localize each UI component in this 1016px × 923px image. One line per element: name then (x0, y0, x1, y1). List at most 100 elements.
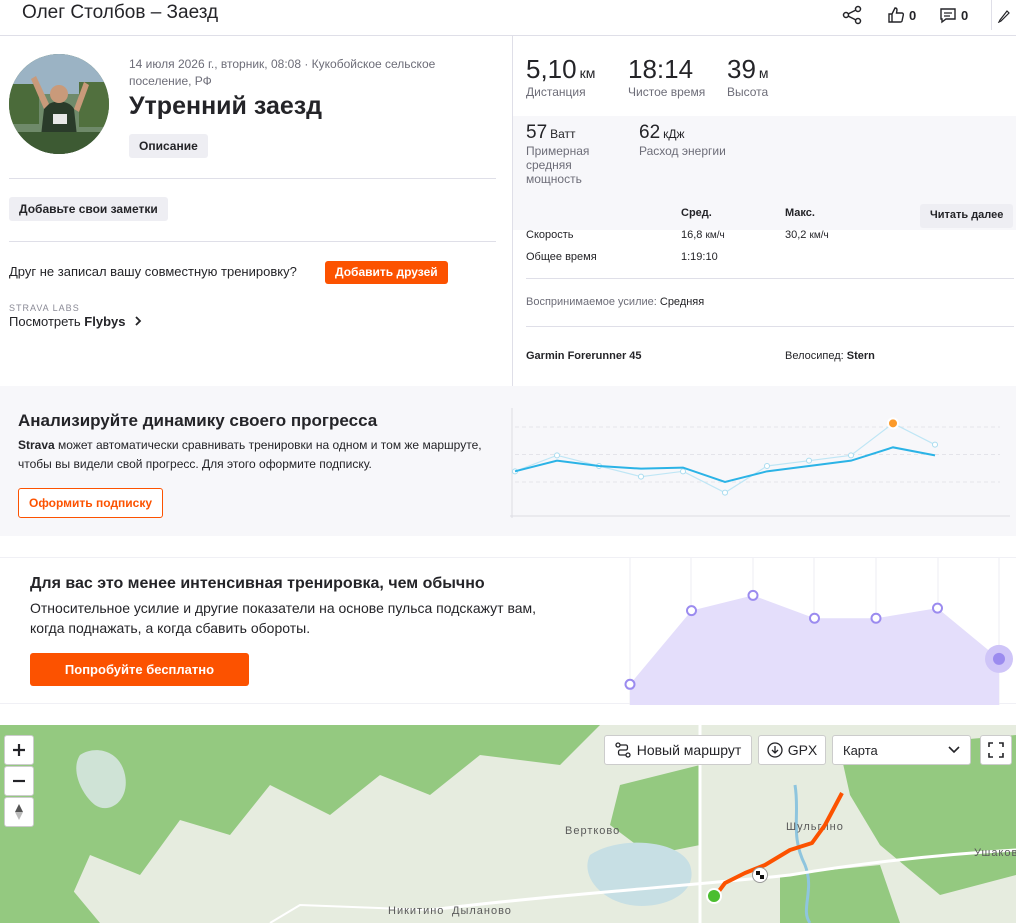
chevron-down-icon (948, 746, 960, 754)
divider (9, 241, 496, 242)
kudos-count: 0 (909, 7, 917, 23)
flybys-link[interactable]: Посмотреть Flybys (9, 314, 143, 329)
speed-max-value: 30,2 (785, 229, 807, 241)
comment-icon (940, 8, 956, 24)
description-button[interactable]: Описание (129, 134, 208, 158)
ghost-series-point (932, 441, 938, 448)
energy-unit: кДж (663, 127, 685, 141)
bike-info: Велосипед: Stern (785, 350, 875, 362)
activity-summary: 14 июля 2026 г., вторник, 08:08 · Кукобо… (0, 36, 512, 386)
compass-button[interactable] (4, 797, 34, 827)
flybys-prefix: Посмотреть (9, 314, 85, 329)
ghost-series-point (680, 468, 686, 475)
effort-label: Воспринимаемое усилие: (526, 296, 657, 308)
distance-unit: км (579, 65, 596, 81)
top-bar: Олег Столбов – Заезд 0 0 (0, 0, 1016, 36)
progress-title: Анализируйте динамику своего прогресса (18, 411, 378, 430)
speed-avg-unit: км/ч (705, 230, 725, 241)
try-free-button[interactable]: Попробуйте бесплатно (30, 653, 249, 686)
labs-label: STRAVA LABS (9, 303, 80, 313)
total-time-label: Общее время (526, 251, 597, 263)
bike-label: Велосипед: (785, 350, 844, 362)
new-route-button[interactable]: Новый маршрут (604, 735, 752, 765)
map-type-value: Карта (843, 742, 878, 758)
checkered-flag-icon (756, 871, 764, 879)
header-actions: 0 0 (829, 0, 1016, 30)
more-button[interactable] (992, 7, 1016, 23)
page-title: Олег Столбов – Заезд (22, 2, 219, 23)
download-icon (767, 742, 783, 758)
speed-avg: 16,8 км/ч (681, 229, 725, 241)
ghost-series-point (806, 457, 812, 464)
plus-icon (13, 744, 25, 756)
main-series-line (514, 446, 936, 484)
gpx-label: GPX (787, 742, 818, 758)
speed-label: Скорость (526, 229, 574, 241)
comment-button[interactable]: 0 (939, 6, 991, 24)
power-value: 57 (526, 122, 548, 143)
energy-label: Расход энергии (639, 144, 726, 158)
divider (9, 178, 496, 179)
route-finish-marker (752, 867, 768, 883)
progress-chart (510, 408, 1010, 518)
fullscreen-icon (988, 742, 1004, 758)
stat-elevation: 39 м Высота (727, 54, 769, 99)
share-button[interactable] (829, 5, 875, 25)
stat-distance: 5,10 км Дистанция (526, 54, 595, 99)
progress-banner: Анализируйте динамику своего прогресса S… (0, 386, 1016, 536)
route-icon (615, 742, 631, 758)
current-effort-point (993, 652, 1005, 665)
gpx-button[interactable]: GPX (758, 735, 826, 765)
flybys-label: Flybys (84, 314, 126, 329)
energy-value: 62 (639, 122, 661, 143)
bike-value: Stern (846, 350, 875, 362)
friend-prompt: Друг не записал вашу совместную трениров… (9, 264, 297, 279)
distance-label: Дистанция (526, 85, 586, 99)
stat-power: 57 Ватт Примерная средняя мощность (526, 122, 616, 186)
ghost-series-point (848, 452, 854, 459)
ghost-series-point (638, 473, 644, 480)
distance-value: 5,10 (526, 54, 577, 84)
device-name: Garmin Forerunner 45 (526, 350, 642, 362)
effort-title: Для вас это менее интенсивная тренировка… (30, 575, 485, 592)
stat-energy: 62 кДж Расход энергии (639, 122, 726, 158)
add-friends-button[interactable]: Добавить друзей (325, 261, 448, 284)
speed-max: 30,2 км/ч (785, 229, 829, 241)
zoom-in-button[interactable] (4, 735, 34, 765)
effort-point (747, 589, 759, 601)
progress-text: Strava может автоматически сравнивать тр… (18, 436, 488, 474)
power-label: Примерная средняя мощность (526, 144, 590, 186)
map-type-select[interactable]: Карта (832, 735, 971, 765)
zoom-out-button[interactable] (4, 766, 34, 796)
route-start-marker (706, 888, 722, 904)
new-route-label: Новый маршрут (636, 742, 742, 758)
effort-point (809, 612, 820, 624)
add-notes-button[interactable]: Добавьте свои заметки (9, 197, 168, 221)
ghost-series-point (554, 452, 560, 459)
moving-time-value: 18:14 (628, 54, 694, 84)
activity-title: Утренний заезд (129, 92, 323, 120)
col-max-header: Макс. (785, 207, 815, 219)
divider (526, 326, 1014, 327)
ghost-series-point (764, 463, 770, 469)
fullscreen-button[interactable] (980, 735, 1012, 765)
ghost-series-point (722, 489, 728, 496)
perceived-effort: Воспринимаемое усилие: Средняя (526, 296, 704, 308)
kudos-button[interactable]: 0 (887, 6, 939, 24)
activity-meta: 14 июля 2026 г., вторник, 08:08 · Кукобо… (129, 57, 436, 88)
best-effort-point (887, 417, 899, 430)
minus-icon (13, 779, 25, 783)
stat-moving-time: 18:14 Чистое время (628, 54, 705, 99)
read-more-button[interactable]: Читать далее (920, 204, 1014, 228)
pencil-icon (997, 10, 1010, 23)
subscribe-button[interactable]: Оформить подписку (18, 488, 164, 518)
elevation-label: Высота (727, 85, 769, 99)
effort-point (932, 602, 943, 614)
compass-icon (15, 804, 23, 820)
chevron-right-icon (135, 316, 142, 326)
route-map[interactable]: Вертково Шульгино Ушаково Никитино Дылан… (0, 725, 1016, 923)
effort-text: Относительное усилие и другие показатели… (30, 600, 537, 636)
athlete-avatar[interactable] (9, 54, 109, 154)
effort-value: Средняя (659, 296, 705, 308)
total-time-value: 1:19:10 (681, 251, 718, 263)
